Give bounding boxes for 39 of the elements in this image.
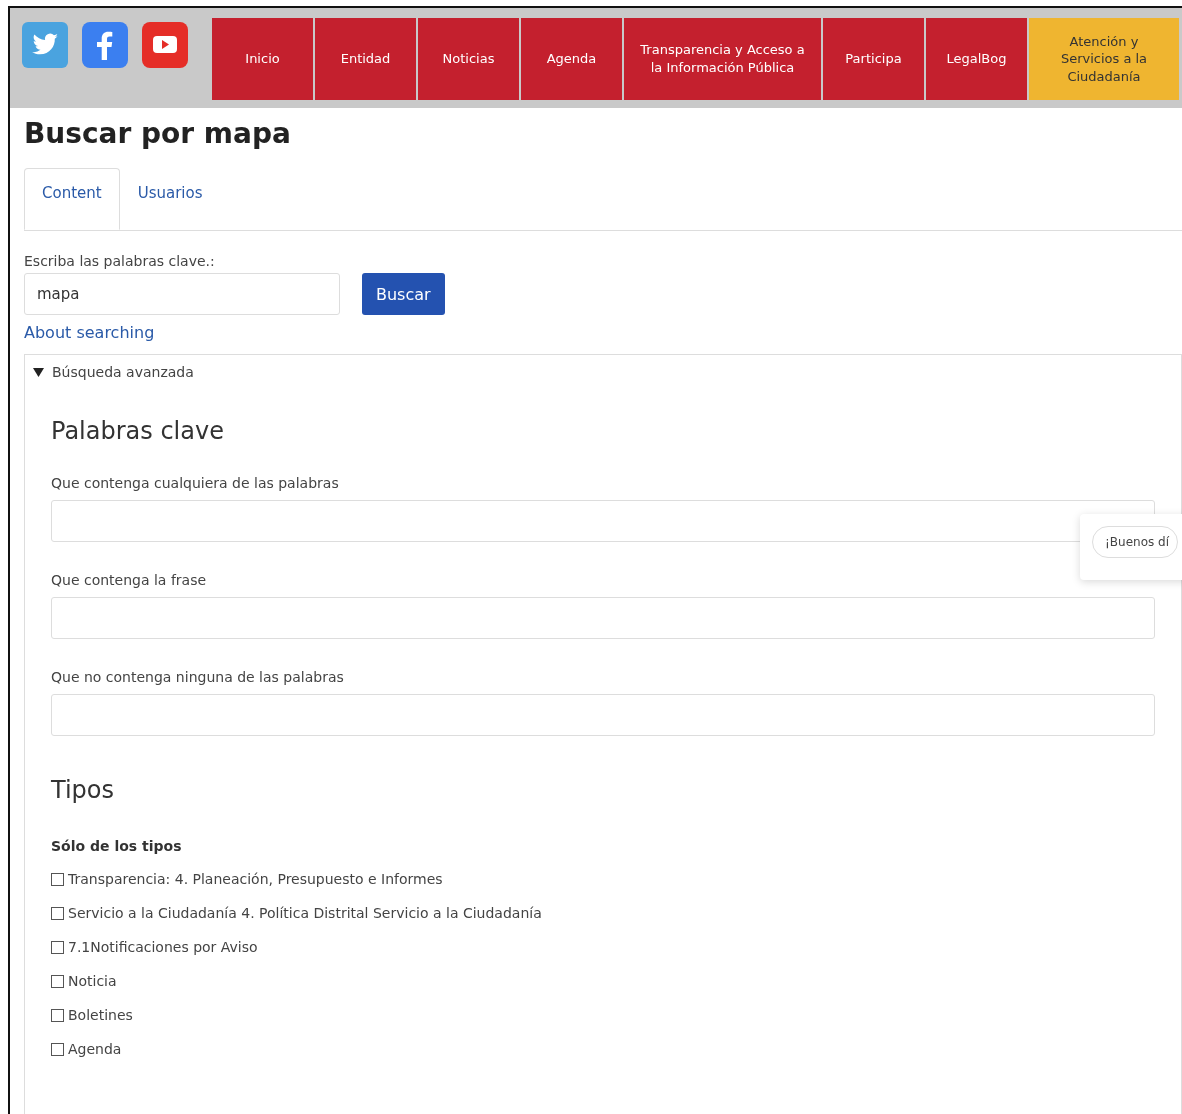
checkbox-label: Agenda [68,1041,122,1057]
nav-link[interactable]: Agenda [521,18,622,100]
tab[interactable]: Content [24,168,120,230]
triangle-icon [33,367,44,377]
nav-link[interactable]: LegalBog [926,18,1027,100]
field-label: Que contenga la frase [51,572,208,588]
checkbox-label: Servicio a la Ciudadanía 4. Política Distrital Servicio a la Ciudadanía [68,905,542,921]
nav-link[interactable]: Transparencia y Acceso a la Información Pública [624,18,821,100]
section-heading: Tipos [51,776,115,804]
play-button-icon[interactable] [142,22,188,68]
checkbox[interactable] [51,906,64,920]
checkbox[interactable] [51,940,64,954]
text-field[interactable] [51,597,1155,639]
nav-link[interactable]: Inicio [212,18,313,100]
checkbox-label: Noticia [68,973,117,989]
page-title: Buscar por mapa [24,116,292,152]
advanced-search-toggle[interactable]: Búsqueda avanzada [25,355,1181,389]
checkbox-label: 7.1Notificaciones por Aviso [68,939,258,955]
checkbox[interactable] [51,1008,64,1022]
nav-link[interactable]: Participa [823,18,924,100]
help-link[interactable]: About searching [24,323,155,342]
field-label: Que no contenga ninguna de las palabras [51,669,345,685]
checkbox[interactable] [51,974,64,988]
checkbox[interactable] [51,872,64,886]
checkbox-label: Transparencia: 4. Planeación, Presupuesto e Informes [68,871,443,887]
field-label: Escriba las palabras clave.: [24,253,216,269]
facebook-icon[interactable] [82,22,128,68]
checkbox-label: Boletines [68,1007,133,1023]
checkbox[interactable] [51,1042,64,1056]
search-button[interactable]: Buscar [362,273,445,315]
tab[interactable]: Usuarios [119,168,221,230]
nav-link[interactable]: Noticias [418,18,519,100]
nav-link[interactable]: Entidad [315,18,416,100]
field-label: Que contenga cualquiera de las palabras [51,475,340,491]
section-heading: Palabras clave [51,417,225,445]
field-label: Sólo de los tipos [51,838,183,854]
text-field[interactable] [51,694,1155,736]
search-field[interactable]: mapa [24,273,340,315]
twitter-bird-icon[interactable] [22,22,68,68]
